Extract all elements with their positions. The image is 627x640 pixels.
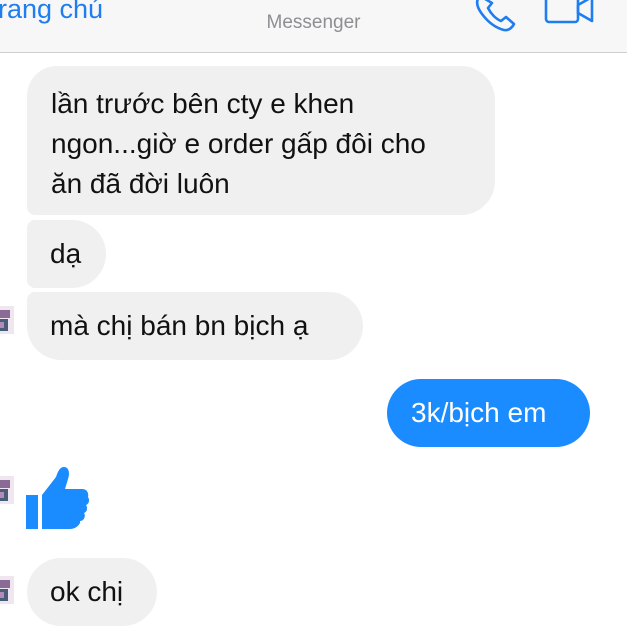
message-text: dạ (50, 238, 82, 269)
message-bubble-incoming[interactable]: dạ (27, 220, 106, 288)
message-line: lần trước bên cty e khen (51, 88, 355, 119)
message-bubble-incoming[interactable]: ok chị (27, 558, 157, 626)
message-text: 3k/bịch em (411, 397, 547, 428)
contact-avatar[interactable] (0, 570, 14, 610)
contact-avatar[interactable] (0, 470, 14, 510)
message-line: ngon...giờ e order gấp đôi cho (51, 128, 426, 159)
header-subtitle: Messenger (266, 12, 361, 33)
message-bubble-incoming[interactable]: lần trước bên cty e khen ngon...giờ e or… (27, 66, 495, 215)
message-bubble-outgoing[interactable]: 3k/bịch em (387, 379, 590, 447)
message-bubble-incoming[interactable]: mà chị bán bn bịch ạ (27, 292, 363, 360)
contact-avatar[interactable] (0, 300, 14, 340)
chat-header: rang chú Messenger (0, 0, 627, 53)
message-text: ok chị (50, 576, 124, 607)
phone-icon[interactable] (474, 0, 516, 34)
message-text: mà chị bán bn bịch ạ (50, 310, 309, 341)
thumbs-up-icon[interactable] (22, 465, 92, 531)
video-camera-icon[interactable] (544, 0, 596, 28)
message-line: ăn đã đời luôn (51, 168, 230, 199)
